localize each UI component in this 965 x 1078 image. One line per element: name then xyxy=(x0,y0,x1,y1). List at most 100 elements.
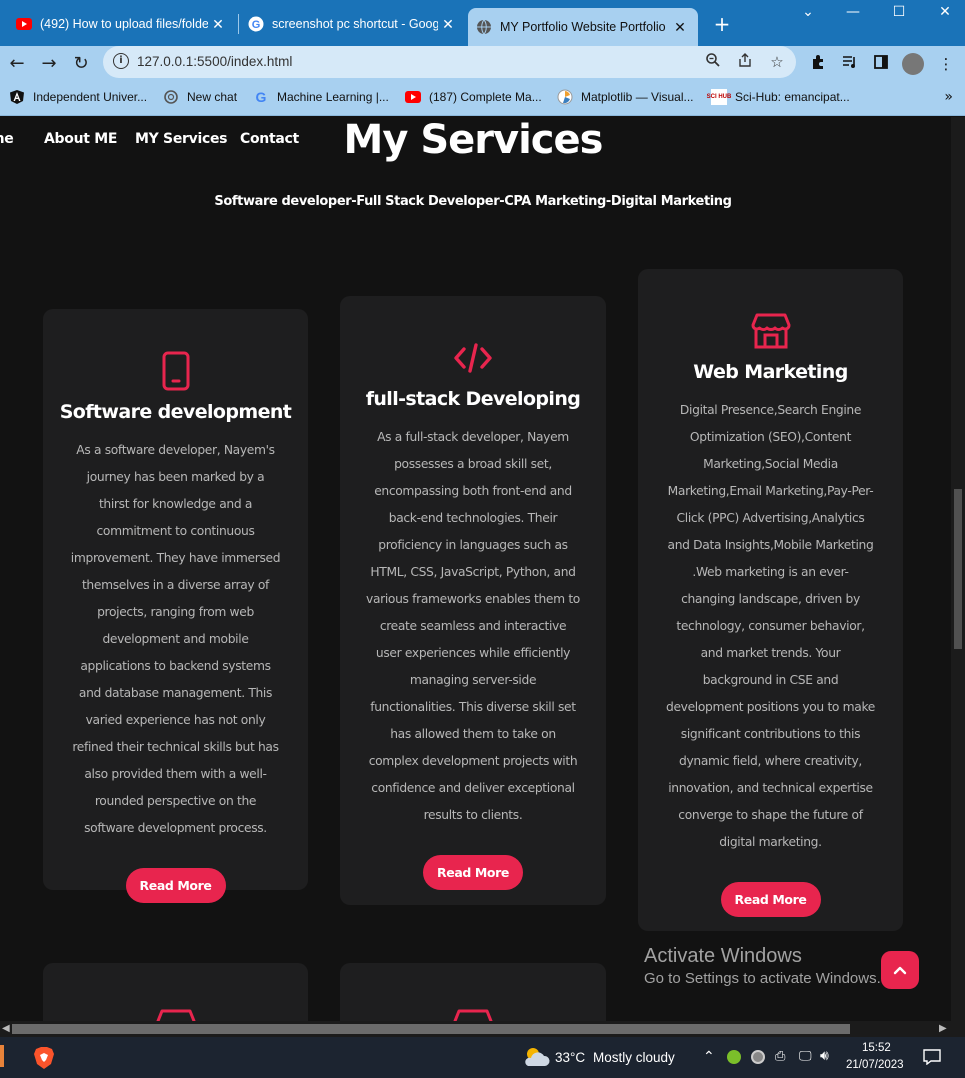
tray-app-icon[interactable] xyxy=(727,1050,741,1064)
media-control-icon[interactable] xyxy=(840,54,860,74)
card-description: As a software developer, Nayem's journey… xyxy=(70,443,281,835)
read-more-button[interactable]: Read More xyxy=(720,882,821,917)
bookmarks-bar: Independent Univer... New chat G Machine… xyxy=(0,82,965,116)
tab-portfolio[interactable]: MY Portfolio Website Portfolio ✕ xyxy=(468,8,698,46)
close-icon[interactable]: ✕ xyxy=(670,19,690,36)
menu-kebab-icon[interactable]: ⋮ xyxy=(936,54,956,74)
reload-icon[interactable]: ↻ xyxy=(69,52,93,76)
youtube-icon xyxy=(16,16,32,32)
card-description: As a full-stack developer, Nayem possess… xyxy=(366,430,580,822)
forward-icon[interactable]: → xyxy=(37,52,61,76)
horizontal-scroll-thumb[interactable] xyxy=(12,1024,850,1034)
url-text[interactable]: 127.0.0.1:5500/index.html xyxy=(137,54,292,69)
network-icon[interactable]: 🖵 xyxy=(799,1048,812,1064)
notification-icon[interactable] xyxy=(923,1049,941,1069)
side-panel-icon[interactable] xyxy=(871,54,891,74)
page-viewport: me About ME MY Services Contact My Servi… xyxy=(0,117,951,1021)
extensions-icon[interactable] xyxy=(808,54,828,74)
close-icon[interactable]: ✕ xyxy=(438,16,458,33)
bookmark-label: Independent Univer... xyxy=(33,90,148,104)
store-icon xyxy=(154,1005,198,1021)
bookmark-item[interactable]: G Machine Learning |... xyxy=(253,89,389,105)
browser-tab-strip: (492) How to upload files/folder ✕ G scr… xyxy=(0,0,965,46)
card-title: Software development xyxy=(59,401,292,423)
scihub-icon: SCI HUB xyxy=(707,89,731,105)
brave-browser-icon[interactable] xyxy=(33,1046,55,1074)
chevron-up-icon xyxy=(893,966,907,975)
weather-cloudy-icon[interactable] xyxy=(522,1046,550,1072)
activate-subtitle: Go to Settings to activate Windows. xyxy=(644,970,881,987)
bookmark-label: New chat xyxy=(187,90,238,104)
zoom-icon[interactable] xyxy=(703,52,723,72)
bookmark-label: (187) Complete Ma... xyxy=(429,90,542,104)
google-icon: G xyxy=(248,16,264,32)
volume-icon[interactable]: 🔊︎ xyxy=(820,1047,829,1064)
bookmark-item[interactable]: New chat xyxy=(163,89,237,105)
share-icon[interactable] xyxy=(735,52,755,72)
scroll-to-top-button[interactable] xyxy=(881,951,919,989)
chevron-up-icon[interactable]: ⌃ xyxy=(703,1048,715,1065)
bookmark-label: Matplotlib — Visual... xyxy=(581,90,694,104)
bookmarks-overflow-icon[interactable]: » xyxy=(944,89,953,105)
window-close-icon[interactable]: ✕ xyxy=(930,4,960,20)
tab-search-icon[interactable]: ⌄ xyxy=(793,4,823,20)
scroll-right-icon[interactable]: ▶ xyxy=(939,1023,947,1034)
address-bar[interactable]: i 127.0.0.1:5500/index.html ☆ xyxy=(103,46,796,78)
card-description: Digital Presence,Search Engine Optimizat… xyxy=(665,403,876,849)
store-icon xyxy=(451,1005,495,1021)
tab-title: (492) How to upload files/folder xyxy=(40,17,208,31)
weather-desc: Mostly cloudy xyxy=(593,1050,675,1065)
svg-text:G: G xyxy=(252,19,261,31)
vertical-scrollbar[interactable] xyxy=(951,117,965,1021)
tray-app-icon[interactable] xyxy=(751,1050,765,1064)
browser-toolbar: ← → ↻ i 127.0.0.1:5500/index.html ☆ ⋮ xyxy=(0,46,965,82)
info-icon[interactable]: i xyxy=(113,53,129,69)
bookmark-star-icon[interactable]: ☆ xyxy=(767,52,787,72)
device-icon[interactable]: ⎙ xyxy=(775,1048,785,1064)
close-icon[interactable]: ✕ xyxy=(208,16,228,33)
service-card-partial xyxy=(340,963,606,1021)
back-icon[interactable]: ← xyxy=(5,52,29,76)
new-tab-button[interactable]: + xyxy=(710,12,734,36)
windows-taskbar: 33°C Mostly cloudy ⌃ ⎙ 🖵 🔊︎ 15:52 21/07/… xyxy=(0,1037,965,1078)
globe-icon xyxy=(476,19,492,35)
vertical-scroll-thumb[interactable] xyxy=(954,489,962,649)
service-card-partial xyxy=(43,963,308,1021)
tab-title: MY Portfolio Website Portfolio xyxy=(500,20,666,34)
store-icon xyxy=(749,309,793,353)
activate-windows-watermark: Activate Windows Go to Settings to activ… xyxy=(644,945,881,987)
bookmark-item[interactable]: (187) Complete Ma... xyxy=(405,89,542,105)
read-more-button[interactable]: Read More xyxy=(423,855,523,890)
angular-icon xyxy=(9,89,25,105)
scroll-left-icon[interactable]: ◀ xyxy=(2,1023,10,1034)
tab-google[interactable]: G screenshot pc shortcut - Google ✕ xyxy=(240,8,466,40)
weather-temp: 33°C xyxy=(555,1050,586,1065)
bookmark-item[interactable]: Matplotlib — Visual... xyxy=(557,89,694,105)
read-more-button[interactable]: Read More xyxy=(125,868,226,903)
page-title: My Services xyxy=(343,117,604,163)
page-subtitle: Software developer-Full Stack Developer-… xyxy=(214,194,732,209)
bookmark-item[interactable]: SCI HUB Sci-Hub: emancipat... xyxy=(707,89,850,105)
google-icon: G xyxy=(253,89,269,105)
bookmark-item[interactable]: Independent Univer... xyxy=(9,89,147,105)
maximize-icon[interactable]: ☐ xyxy=(884,4,914,20)
bookmark-label: Sci-Hub: emancipat... xyxy=(735,90,850,104)
minimize-icon[interactable]: — xyxy=(838,4,868,20)
clock-date[interactable]: 21/07/2023 xyxy=(846,1059,904,1071)
tab-title: screenshot pc shortcut - Google xyxy=(272,17,438,31)
matplotlib-icon xyxy=(557,89,573,105)
horizontal-scrollbar[interactable]: ◀ ▶ xyxy=(0,1021,951,1037)
card-title: Web Marketing xyxy=(693,361,848,383)
openai-icon xyxy=(163,89,179,105)
activate-title: Activate Windows xyxy=(644,945,802,967)
mobile-icon xyxy=(154,349,198,393)
service-card-marketing: Web Marketing Digital Presence,Search En… xyxy=(638,269,903,931)
taskbar-edge xyxy=(0,1045,4,1067)
youtube-icon xyxy=(405,89,421,105)
code-icon xyxy=(451,336,495,380)
tab-youtube[interactable]: (492) How to upload files/folder ✕ xyxy=(8,8,236,40)
clock-time[interactable]: 15:52 xyxy=(862,1042,891,1054)
service-card-software: Software development As a software devel… xyxy=(43,309,308,903)
profile-avatar[interactable] xyxy=(902,53,924,75)
screen: (492) How to upload files/folder ✕ G scr… xyxy=(0,0,965,1078)
